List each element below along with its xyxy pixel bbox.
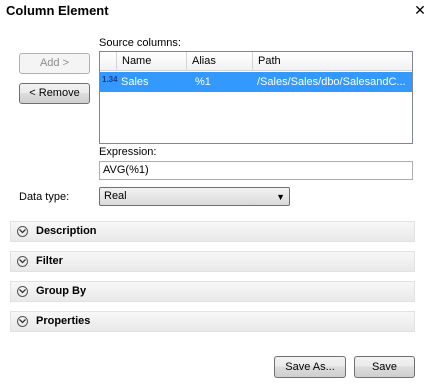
data-type-label: Data type: — [19, 191, 70, 203]
table-row[interactable]: 1.34 Sales %1 /Sales/Sales/dbo/SalesandC… — [100, 72, 412, 92]
section-title: Filter — [36, 255, 63, 267]
data-type-select[interactable]: Real ▼ — [99, 187, 290, 206]
section-title: Properties — [36, 315, 91, 327]
row-alias: %1 — [195, 76, 211, 88]
source-columns-label: Source columns: — [99, 37, 181, 49]
column-header-name[interactable]: Name — [116, 52, 186, 70]
chevron-down-circle-icon — [17, 316, 28, 327]
grid-header: Name Alias Path — [100, 52, 412, 71]
chevron-down-circle-icon — [17, 286, 28, 297]
section-group-by[interactable]: Group By — [10, 281, 415, 302]
row-path: /Sales/Sales/dbo/SalesandC... — [257, 76, 406, 88]
section-filter[interactable]: Filter — [10, 251, 415, 272]
row-name: Sales — [121, 76, 149, 88]
section-title: Description — [36, 225, 97, 237]
column-header-path[interactable]: Path — [252, 52, 412, 70]
section-properties[interactable]: Properties — [10, 311, 415, 332]
chevron-down-circle-icon — [17, 256, 28, 267]
dropdown-arrow-icon: ▼ — [276, 192, 285, 202]
section-title: Group By — [36, 285, 87, 297]
expression-label: Expression: — [99, 146, 157, 158]
add-button[interactable]: Add > — [19, 53, 90, 74]
expression-field[interactable]: AVG(%1) — [99, 161, 413, 180]
remove-button[interactable]: < Remove — [19, 83, 90, 104]
save-as-button[interactable]: Save As... — [274, 356, 346, 378]
section-description[interactable]: Description — [10, 221, 415, 242]
dialog-title: Column Element — [6, 3, 109, 18]
column-header-alias[interactable]: Alias — [186, 52, 252, 70]
close-icon[interactable]: ✕ — [413, 3, 427, 17]
data-type-value: Real — [104, 190, 127, 202]
numeric-type-icon: 1.34 — [102, 75, 118, 84]
chevron-down-circle-icon — [17, 226, 28, 237]
save-button[interactable]: Save — [354, 356, 415, 378]
source-columns-grid[interactable]: Name Alias Path 1.34 Sales %1 /Sales/Sal… — [99, 51, 413, 144]
